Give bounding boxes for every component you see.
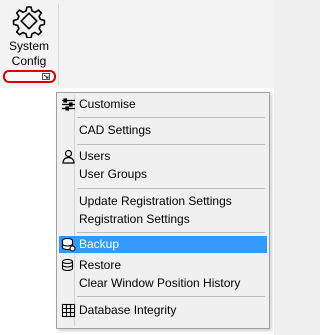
menu-item-registration-settings[interactable]: Registration Settings [59, 211, 267, 228]
menu-item-label: Database Integrity [79, 303, 177, 317]
group-label-bar [3, 70, 56, 83]
menu-separator [77, 117, 265, 118]
menu-item-label: Backup [79, 237, 120, 251]
menu-separator [77, 144, 265, 145]
dialog-launcher-icon[interactable] [42, 73, 50, 80]
system-config-button[interactable]: System Config [3, 4, 55, 70]
menu-item-cad-settings[interactable]: CAD Settings [59, 122, 267, 139]
sliders-icon [62, 98, 75, 111]
menu-item-customise[interactable]: Customise [59, 96, 267, 113]
menu-item-users[interactable]: Users [59, 148, 267, 165]
menu-separator [77, 296, 265, 297]
menu-item-label: CAD Settings [79, 123, 152, 137]
grid-icon [61, 303, 76, 318]
menu-item-label: Registration Settings [79, 212, 190, 226]
menu-item-backup[interactable]: Backup [59, 236, 267, 253]
menu-item-label: Customise [79, 97, 136, 111]
ribbon-group: System Config [0, 0, 274, 88]
system-config-label-line1: System [8, 39, 49, 53]
system-config-dropdown-menu: Customise CAD Settings Users User Groups… [56, 92, 270, 329]
restore-icon [61, 258, 74, 272]
menu-item-database-integrity[interactable]: Database Integrity [59, 302, 267, 319]
menu-item-clear-window-position-history[interactable]: Clear Window Position History [59, 275, 267, 292]
user-icon [62, 149, 75, 164]
menu-item-update-registration-settings[interactable]: Update Registration Settings [59, 193, 267, 210]
menu-item-label: Restore [79, 258, 122, 272]
menu-item-label: User Groups [79, 167, 148, 181]
menu-item-label: Clear Window Position History [79, 276, 241, 290]
menu-item-label: Update Registration Settings [79, 194, 232, 208]
menu-item-label: Users [79, 149, 111, 163]
gear-icon [12, 6, 46, 38]
system-config-label-line2: Config [11, 54, 47, 68]
ribbon-separator [58, 4, 59, 86]
database-icon [61, 237, 76, 252]
menu-separator [77, 188, 265, 189]
menu-item-user-groups[interactable]: User Groups [59, 166, 267, 183]
menu-item-restore[interactable]: Restore [59, 257, 267, 274]
menu-separator [77, 232, 265, 233]
